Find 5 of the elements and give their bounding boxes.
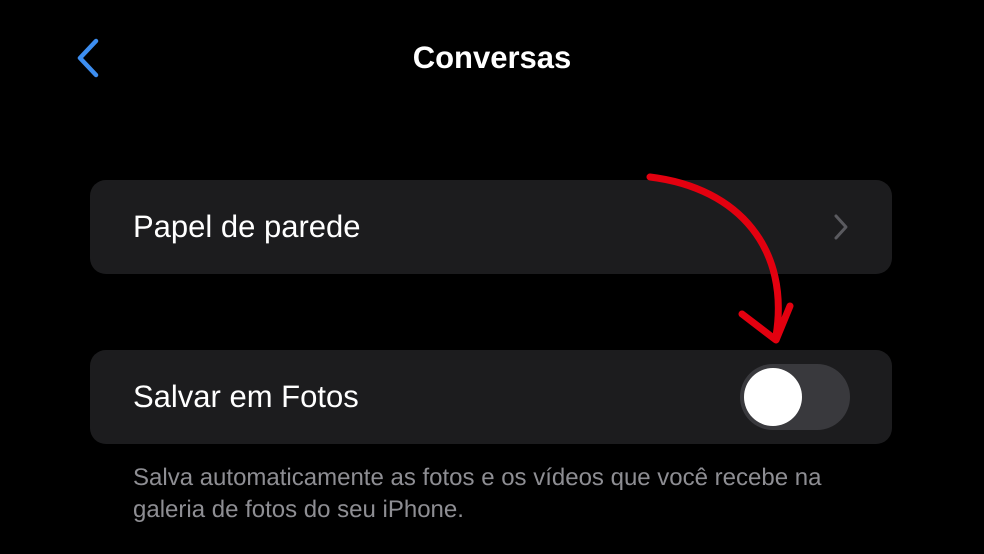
footer-note: Salva automaticamente as fotos e os vídeos que você recebe na galeria de fotos do seu iPhone. (133, 463, 822, 526)
chevron-icon (832, 213, 850, 241)
screen-title: Conversas (412, 40, 572, 76)
row-label: Salvar em Fotos (133, 379, 360, 415)
row-label[interactable]: Papel de parede (133, 209, 832, 245)
